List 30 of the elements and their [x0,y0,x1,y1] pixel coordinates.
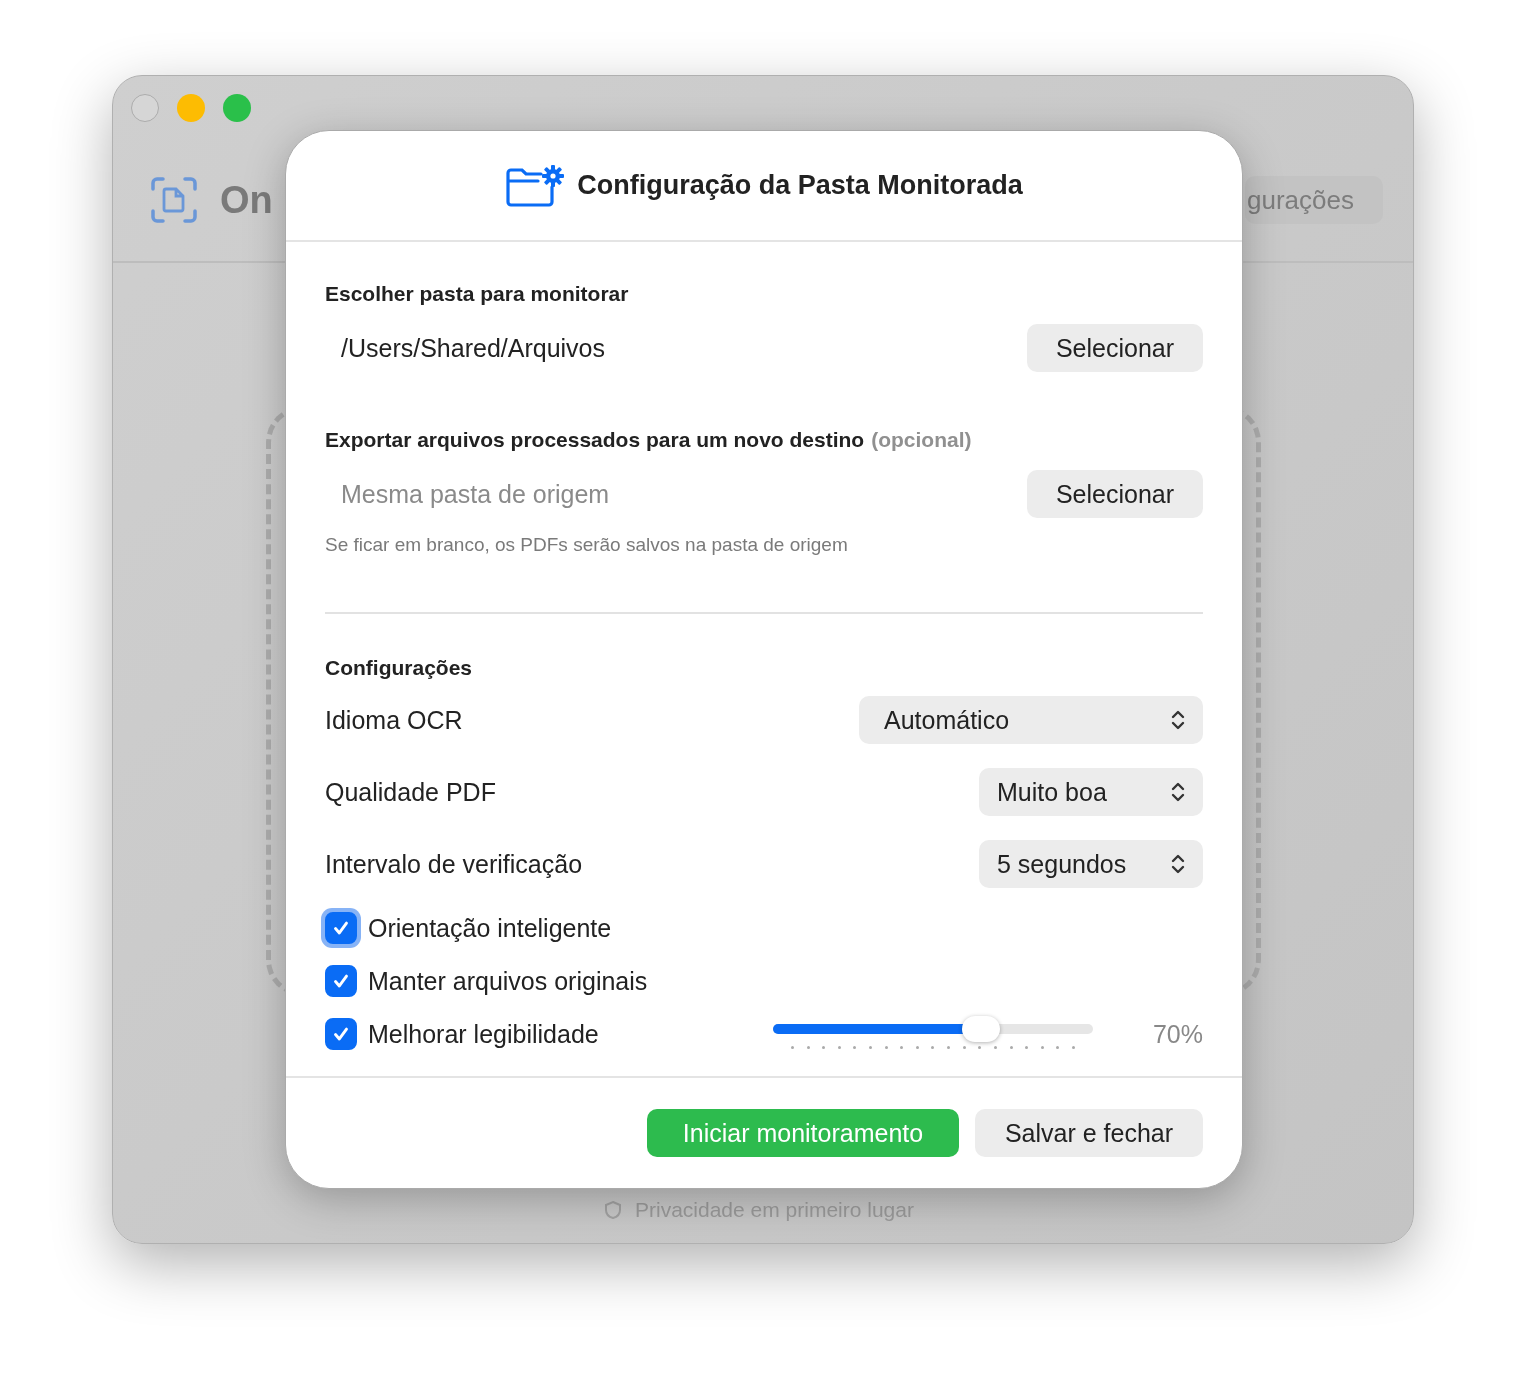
setting-label: Idioma OCR [325,705,463,735]
app-title: On [220,179,273,222]
document-scan-icon [150,176,198,224]
checkbox-label: Manter arquivos originais [368,966,648,996]
setting-label: Qualidade PDF [325,777,496,807]
slider-value: 70% [1151,1019,1203,1049]
checkbox[interactable] [325,1018,357,1050]
save-button[interactable]: Salvar e fechar [975,1109,1203,1157]
checkbox-label: Melhorar legibilidade [368,1019,599,1049]
dialog-title: Configuração da Pasta Monitorada [577,170,1023,201]
chevron-icon [1171,781,1185,803]
dropdown[interactable]: Muito boa [979,768,1203,816]
chevron-icon [1171,709,1185,731]
select-button[interactable]: Selecionar [1027,324,1203,372]
dropdown[interactable]: 5 segundos [979,840,1203,888]
section-label: Escolher pasta para monitorar [325,282,629,306]
optional-label: (opcional) [871,428,972,452]
section-label: Configurações [325,656,474,680]
chevron-icon [1171,853,1185,875]
folder-path-field[interactable]: /Users/Shared/Arquivos [325,324,941,372]
folder-path-field[interactable]: Mesma pasta de origem [325,470,941,518]
checkbox-label: Orientação inteligente [368,913,612,943]
folder-gear-icon [505,164,566,207]
section-label: Exportar arquivos processados para um novo destino [325,428,865,452]
dropdown[interactable]: Automático [859,696,1203,744]
shield-icon [603,1200,623,1220]
select-button[interactable]: Selecionar [1027,470,1203,518]
setting-label: Intervalo de verificação [325,849,583,879]
checkbox[interactable] [325,965,357,997]
hint-text: Se ficar em branco, os PDFs serão salvos na pasta de origem [325,534,849,556]
